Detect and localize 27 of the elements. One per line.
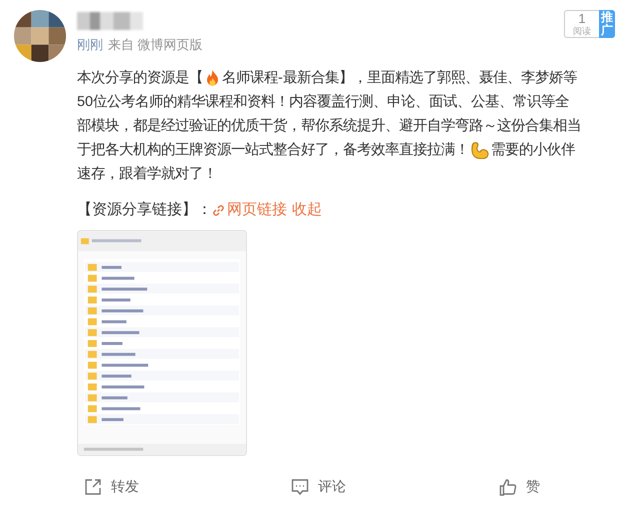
flexed-arm-icon	[471, 142, 489, 158]
post-text: 50位公考名师的精华课程和资料！内容覆盖行测、申论、面试、公基、常识等全	[77, 92, 570, 112]
comment-icon	[291, 478, 309, 496]
read-count-label: 阅读	[573, 27, 591, 36]
post-text: 速存，跟着学就对了！	[77, 164, 217, 184]
avatar-pixelated[interactable]	[14, 10, 66, 62]
web-link[interactable]: 网页链接	[212, 198, 287, 222]
link-label: 【资源分享链接】：	[77, 200, 212, 220]
post-text: 本次分享的资源是【	[77, 68, 203, 88]
screenshot-thumbnail[interactable]	[77, 230, 247, 456]
like-button[interactable]: 赞	[499, 478, 631, 496]
link-icon	[212, 204, 225, 216]
post-text: 需要的小伙伴	[491, 141, 575, 160]
post-text: 部模块，都是经过验证的优质干货，帮你系统提升、避开自学弯路～这份合集相当	[77, 116, 581, 136]
collapse-link[interactable]: 收起	[292, 198, 322, 222]
thumbs-up-icon	[499, 478, 517, 496]
username-pixelated[interactable]	[77, 12, 143, 30]
post-text: 名师课程-最新合集】，里面精选了郭熙、聂佳、李梦娇等	[222, 68, 577, 88]
fire-icon	[205, 70, 220, 86]
forward-button[interactable]: 转发	[84, 478, 291, 496]
post-text: 于把各大机构的王牌资源一站式整合好了，备考效率直接拉满！	[77, 140, 469, 160]
read-count: 1	[578, 12, 586, 25]
comment-button[interactable]: 评论	[291, 478, 499, 496]
post-source: 来自 微博网页版	[108, 36, 203, 54]
post-time[interactable]: 刚刚	[77, 36, 103, 54]
promote-tab[interactable]: 推广	[599, 10, 615, 38]
share-icon	[84, 478, 102, 496]
